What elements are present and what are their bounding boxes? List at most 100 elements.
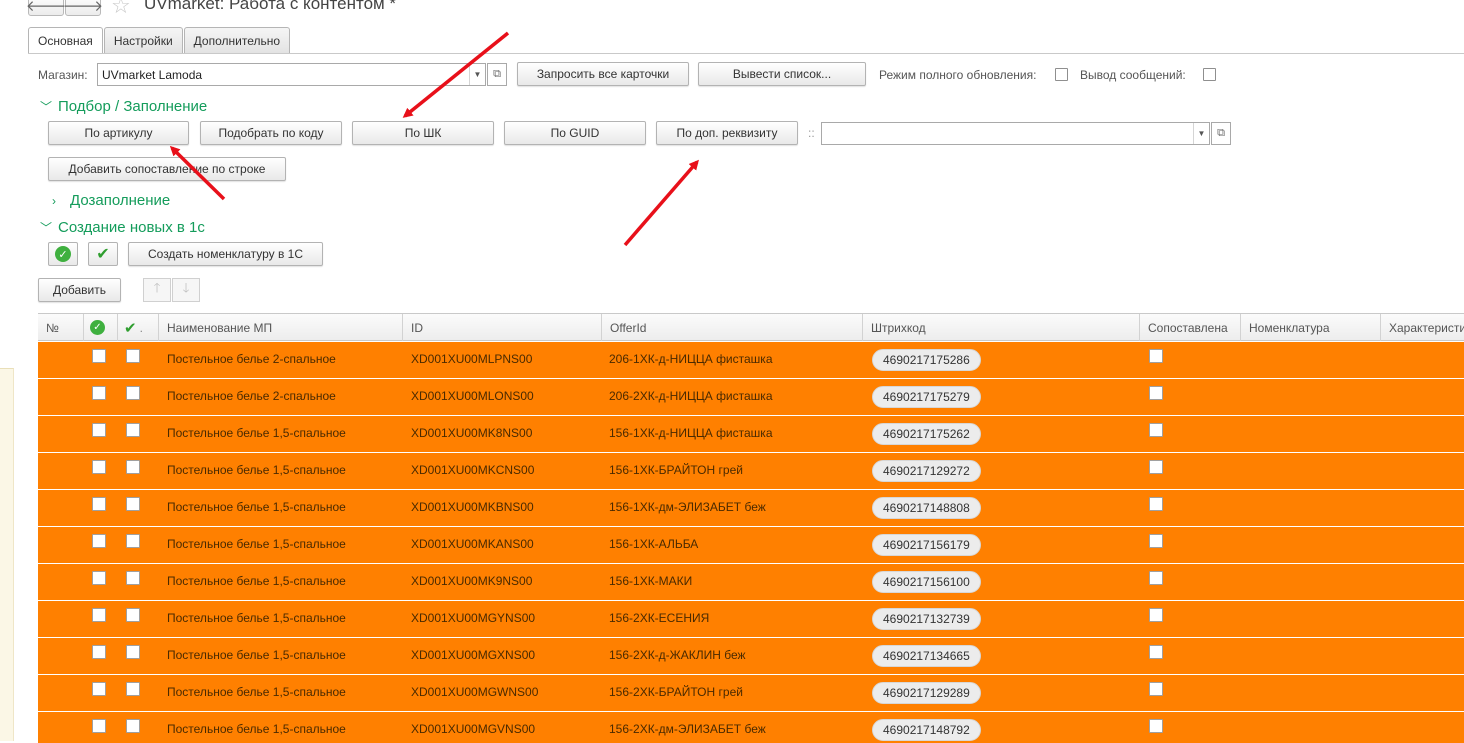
tab-additional[interactable]: Дополнительно — [183, 27, 291, 53]
row-barcode[interactable]: 4690217175279 — [872, 386, 981, 408]
favorite-star-icon[interactable]: ☆ — [111, 0, 131, 19]
row-check-checkbox[interactable] — [126, 460, 140, 474]
row-mark-checkbox[interactable] — [92, 571, 106, 585]
col-name[interactable]: Наименование МП — [159, 314, 403, 341]
table-row[interactable]: Постельное белье 2-спальное XD001XU00MLPN… — [38, 342, 1464, 379]
row-mapped-checkbox[interactable] — [1149, 719, 1163, 733]
col-offer-id[interactable]: OfferId — [602, 314, 863, 341]
col-check[interactable]: ✔. — [118, 314, 159, 341]
row-check-checkbox[interactable] — [126, 497, 140, 511]
forward-arrow-icon: 🡒 — [62, 0, 104, 15]
store-select[interactable]: UVmarket Lamoda ▼ — [97, 63, 486, 86]
row-barcode[interactable]: 4690217129272 — [872, 460, 981, 482]
move-down-button[interactable]: 🡓 — [172, 278, 200, 302]
show-messages-checkbox[interactable] — [1203, 68, 1216, 81]
row-mapped-checkbox[interactable] — [1149, 608, 1163, 622]
create-group-header[interactable]: ﹀ Создание новых в 1с — [40, 219, 205, 236]
row-barcode[interactable]: 4690217156179 — [872, 534, 981, 556]
row-name: Постельное белье 2-спальное — [167, 389, 336, 403]
open-store-button[interactable]: ⧉ — [487, 63, 507, 86]
row-mark-checkbox[interactable] — [92, 608, 106, 622]
col-characteristic[interactable]: Характеристика — [1381, 314, 1464, 341]
show-list-button[interactable]: Вывести список... — [698, 62, 866, 86]
row-check-checkbox[interactable] — [126, 682, 140, 696]
by-barcode-button[interactable]: По ШК — [352, 121, 494, 145]
table-row[interactable]: Постельное белье 1,5-спальное XD001XU00MK… — [38, 416, 1464, 453]
add-button[interactable]: Добавить — [38, 278, 121, 302]
tab-divider — [28, 53, 1464, 54]
open-attribute-button[interactable]: ⧉ — [1211, 122, 1231, 145]
row-barcode[interactable]: 4690217132739 — [872, 608, 981, 630]
row-barcode[interactable]: 4690217148808 — [872, 497, 981, 519]
attribute-select[interactable]: ▼ — [821, 122, 1210, 145]
row-mark-checkbox[interactable] — [92, 497, 106, 511]
table-row[interactable]: Постельное белье 1,5-спальное XD001XU00MK… — [38, 453, 1464, 490]
row-mapped-checkbox[interactable] — [1149, 460, 1163, 474]
row-check-checkbox[interactable] — [126, 608, 140, 622]
refill-group-header[interactable]: › Дозаполнение — [52, 192, 170, 209]
row-barcode[interactable]: 4690217156100 — [872, 571, 981, 593]
row-check-checkbox[interactable] — [126, 571, 140, 585]
add-mapping-by-row-button[interactable]: Добавить сопоставление по строке — [48, 157, 286, 181]
row-mark-checkbox[interactable] — [92, 423, 106, 437]
row-mark-checkbox[interactable] — [92, 460, 106, 474]
row-check-checkbox[interactable] — [126, 645, 140, 659]
move-up-button[interactable]: 🡑 — [143, 278, 171, 302]
table-row[interactable]: Постельное белье 1,5-спальное XD001XU00MK… — [38, 490, 1464, 527]
row-check-checkbox[interactable] — [126, 423, 140, 437]
by-article-button[interactable]: По артикулу — [48, 121, 189, 145]
table-row[interactable]: Постельное белье 1,5-спальное XD001XU00MG… — [38, 601, 1464, 638]
chevron-down-icon[interactable]: ▼ — [469, 64, 485, 85]
col-barcode[interactable]: Штрихкод — [863, 314, 1140, 341]
row-barcode[interactable]: 4690217175286 — [872, 349, 981, 371]
row-check-checkbox[interactable] — [126, 349, 140, 363]
row-mapped-checkbox[interactable] — [1149, 386, 1163, 400]
col-mark[interactable]: ✓ — [84, 314, 118, 341]
mark-all-button[interactable]: ✓ — [48, 242, 78, 266]
row-check-checkbox[interactable] — [126, 534, 140, 548]
by-code-button[interactable]: Подобрать по коду — [200, 121, 342, 145]
table-row[interactable]: Постельное белье 1,5-спальное XD001XU00MG… — [38, 675, 1464, 712]
request-all-cards-button[interactable]: Запросить все карточки — [517, 62, 689, 86]
row-mark-checkbox[interactable] — [92, 682, 106, 696]
row-mapped-checkbox[interactable] — [1149, 423, 1163, 437]
row-mapped-checkbox[interactable] — [1149, 571, 1163, 585]
row-mark-checkbox[interactable] — [92, 534, 106, 548]
row-barcode[interactable]: 4690217148792 — [872, 719, 981, 741]
col-num[interactable]: № — [38, 314, 84, 341]
check-circle-icon: ✓ — [55, 246, 71, 262]
tab-settings[interactable]: Настройки — [103, 27, 183, 53]
col-nomenclature[interactable]: Номенклатура — [1241, 314, 1381, 341]
table-row[interactable]: Постельное белье 1,5-спальное XD001XU00MK… — [38, 527, 1464, 564]
col-id[interactable]: ID — [403, 314, 602, 341]
chevron-down-icon[interactable]: ▼ — [1193, 123, 1209, 144]
selection-group-header[interactable]: ﹀ Подбор / Заполнение — [40, 98, 207, 115]
row-barcode[interactable]: 4690217134665 — [872, 645, 981, 667]
back-button[interactable]: 🡐 — [26, 0, 66, 16]
row-mark-checkbox[interactable] — [92, 645, 106, 659]
by-attribute-button[interactable]: По доп. реквизиту — [656, 121, 798, 145]
by-guid-button[interactable]: По GUID — [504, 121, 646, 145]
row-mark-checkbox[interactable] — [92, 349, 106, 363]
create-nomenclature-button[interactable]: Создать номенклатуру в 1С — [128, 242, 323, 266]
row-check-checkbox[interactable] — [126, 719, 140, 733]
table-row[interactable]: Постельное белье 1,5-спальное XD001XU00MG… — [38, 712, 1464, 743]
check-all-button[interactable]: ✔ — [88, 242, 118, 266]
table-row[interactable]: Постельное белье 1,5-спальное XD001XU00MK… — [38, 564, 1464, 601]
row-mapped-checkbox[interactable] — [1149, 645, 1163, 659]
table-row[interactable]: Постельное белье 1,5-спальное XD001XU00MG… — [38, 638, 1464, 675]
forward-button[interactable]: 🡒 — [62, 0, 104, 16]
row-mapped-checkbox[interactable] — [1149, 497, 1163, 511]
col-mapped[interactable]: Сопоставлена — [1140, 314, 1241, 341]
row-check-checkbox[interactable] — [126, 386, 140, 400]
tab-main[interactable]: Основная — [28, 27, 103, 54]
row-mapped-checkbox[interactable] — [1149, 349, 1163, 363]
full-update-checkbox[interactable] — [1055, 68, 1068, 81]
row-barcode[interactable]: 4690217129289 — [872, 682, 981, 704]
row-mapped-checkbox[interactable] — [1149, 534, 1163, 548]
row-barcode[interactable]: 4690217175262 — [872, 423, 981, 445]
row-mark-checkbox[interactable] — [92, 386, 106, 400]
row-mark-checkbox[interactable] — [92, 719, 106, 733]
row-mapped-checkbox[interactable] — [1149, 682, 1163, 696]
table-row[interactable]: Постельное белье 2-спальное XD001XU00MLON… — [38, 379, 1464, 416]
